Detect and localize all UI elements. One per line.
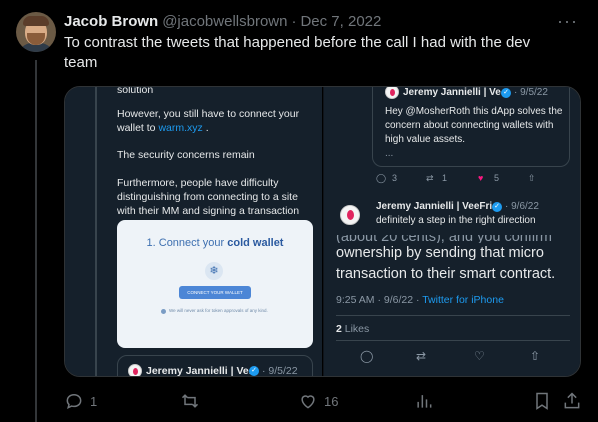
info-icon	[161, 309, 166, 314]
views-button[interactable]	[414, 391, 434, 411]
author-handle[interactable]: @jacobwellsbrown	[162, 13, 287, 30]
reply-icon	[66, 393, 82, 410]
verified-icon: ✓	[249, 366, 259, 376]
quote-date: · 9/5/22	[514, 87, 548, 98]
heart-filled-icon[interactable]: ♥	[478, 173, 483, 183]
heart-icon[interactable]: ♡	[474, 349, 485, 363]
left-quote-card[interactable]: Jeremy Jannielli | Ve... ✓ · 9/5/22	[117, 355, 313, 377]
reply-button[interactable]: 1	[64, 391, 97, 411]
tweet-text: To contrast the tweets that happened bef…	[64, 34, 531, 71]
views-icon	[417, 395, 432, 408]
snowflake-icon: ❄	[205, 262, 223, 280]
verified-icon: ✓	[501, 88, 511, 98]
thread-line	[35, 60, 37, 422]
warm-link[interactable]: warm.xyz	[158, 122, 202, 134]
quote-avatar	[385, 87, 399, 99]
avatar[interactable]	[16, 12, 56, 52]
share-icon	[564, 392, 580, 409]
share-icon[interactable]: ⇧	[530, 349, 540, 363]
right-quote-card[interactable]: Jeremy Jannielli | Ve... ✓ · 9/5/22 Hey …	[372, 87, 570, 167]
quote-ellipsis: ...	[385, 148, 394, 159]
tweet-actions-screenshot: ◯ ⇄ ♡ ⇧	[324, 349, 580, 365]
tweet-actions: 1 16	[64, 391, 582, 411]
reply-avatar	[340, 205, 360, 225]
quote-author-name: Jeremy Jannielli | Ve...	[146, 365, 258, 377]
wallet-card-title: 1. Connect your cold wallet	[146, 237, 284, 249]
divider	[336, 315, 570, 316]
retweet-icon[interactable]: ⇄	[416, 349, 426, 363]
quote-avatar	[128, 364, 142, 376]
like-button[interactable]: 16	[298, 391, 338, 411]
screenshot-left[interactable]: solution However, you still have to conn…	[65, 86, 323, 377]
retweet-icon[interactable]: ⇄	[426, 173, 434, 184]
reply-text: definitely a step in the right direction	[376, 215, 536, 226]
screenshot-thread-line	[95, 87, 97, 376]
screenshot-right[interactable]: Jeremy Jannielli | Ve... ✓ · 9/5/22 Hey …	[324, 87, 580, 376]
verified-icon: ✓	[492, 202, 502, 212]
quote-date: · 9/5/22	[262, 365, 298, 377]
retweet-button[interactable]	[180, 391, 200, 411]
tweet-date[interactable]: Dec 7, 2022	[300, 13, 381, 30]
share-button[interactable]	[562, 391, 582, 411]
more-icon[interactable]: ···	[557, 11, 578, 32]
bookmark-icon	[536, 392, 548, 410]
separator: ·	[291, 12, 297, 30]
wallet-card-image: 1. Connect your cold wallet ❄ CONNECT YO…	[117, 220, 313, 348]
left-paragraph-2: The security concerns remain	[117, 149, 255, 161]
quote-text: Hey @MosherRoth this dApp solves the con…	[385, 106, 563, 145]
tweet-timestamp: 9:25 AM · 9/6/22 · Twitter for iPhone	[336, 294, 504, 306]
quote-actions: ◯ 3 ⇄ 1 ♥ 5 ⇧	[374, 173, 574, 187]
wallet-note: We will never ask for token approvals of…	[169, 308, 268, 313]
author-name[interactable]: Jacob Brown	[64, 13, 158, 30]
connect-wallet-button: CONNECT YOUR WALLET	[179, 286, 251, 299]
tweet-media[interactable]: solution However, you still have to conn…	[64, 86, 581, 377]
reply-date: · 9/6/22	[505, 201, 539, 212]
source-link[interactable]: Twitter for iPhone	[422, 294, 504, 306]
reply-icon[interactable]: ◯	[360, 349, 373, 363]
heart-icon	[301, 395, 315, 409]
retweet-icon	[181, 394, 199, 408]
like-count: 5	[494, 173, 500, 183]
retweet-count: 1	[442, 173, 448, 183]
main-tweet-text: (about 20 cents), and you confirm owners…	[336, 235, 556, 282]
likes-summary[interactable]: 2 Likes	[336, 323, 369, 335]
tweet-header: Jacob Brown @jacobwellsbrown · Dec 7, 20…	[64, 11, 582, 31]
reply-author-name: Jeremy Jannielli | VeeFri...	[376, 201, 501, 212]
share-icon[interactable]: ⇧	[528, 173, 536, 184]
cut-text: solution	[117, 86, 154, 96]
divider	[336, 340, 570, 341]
reply-icon[interactable]: ◯	[376, 173, 386, 184]
bookmark-button[interactable]	[532, 391, 552, 411]
left-paragraph-1: However, you still have to connect your …	[117, 108, 300, 134]
quote-author-name: Jeremy Jannielli | Ve...	[403, 87, 510, 98]
left-paragraph-3: Furthermore, people have difficulty dist…	[117, 177, 300, 217]
like-count: 16	[324, 393, 339, 409]
reply-count: 1	[90, 393, 98, 409]
reply-count: 3	[392, 173, 398, 183]
